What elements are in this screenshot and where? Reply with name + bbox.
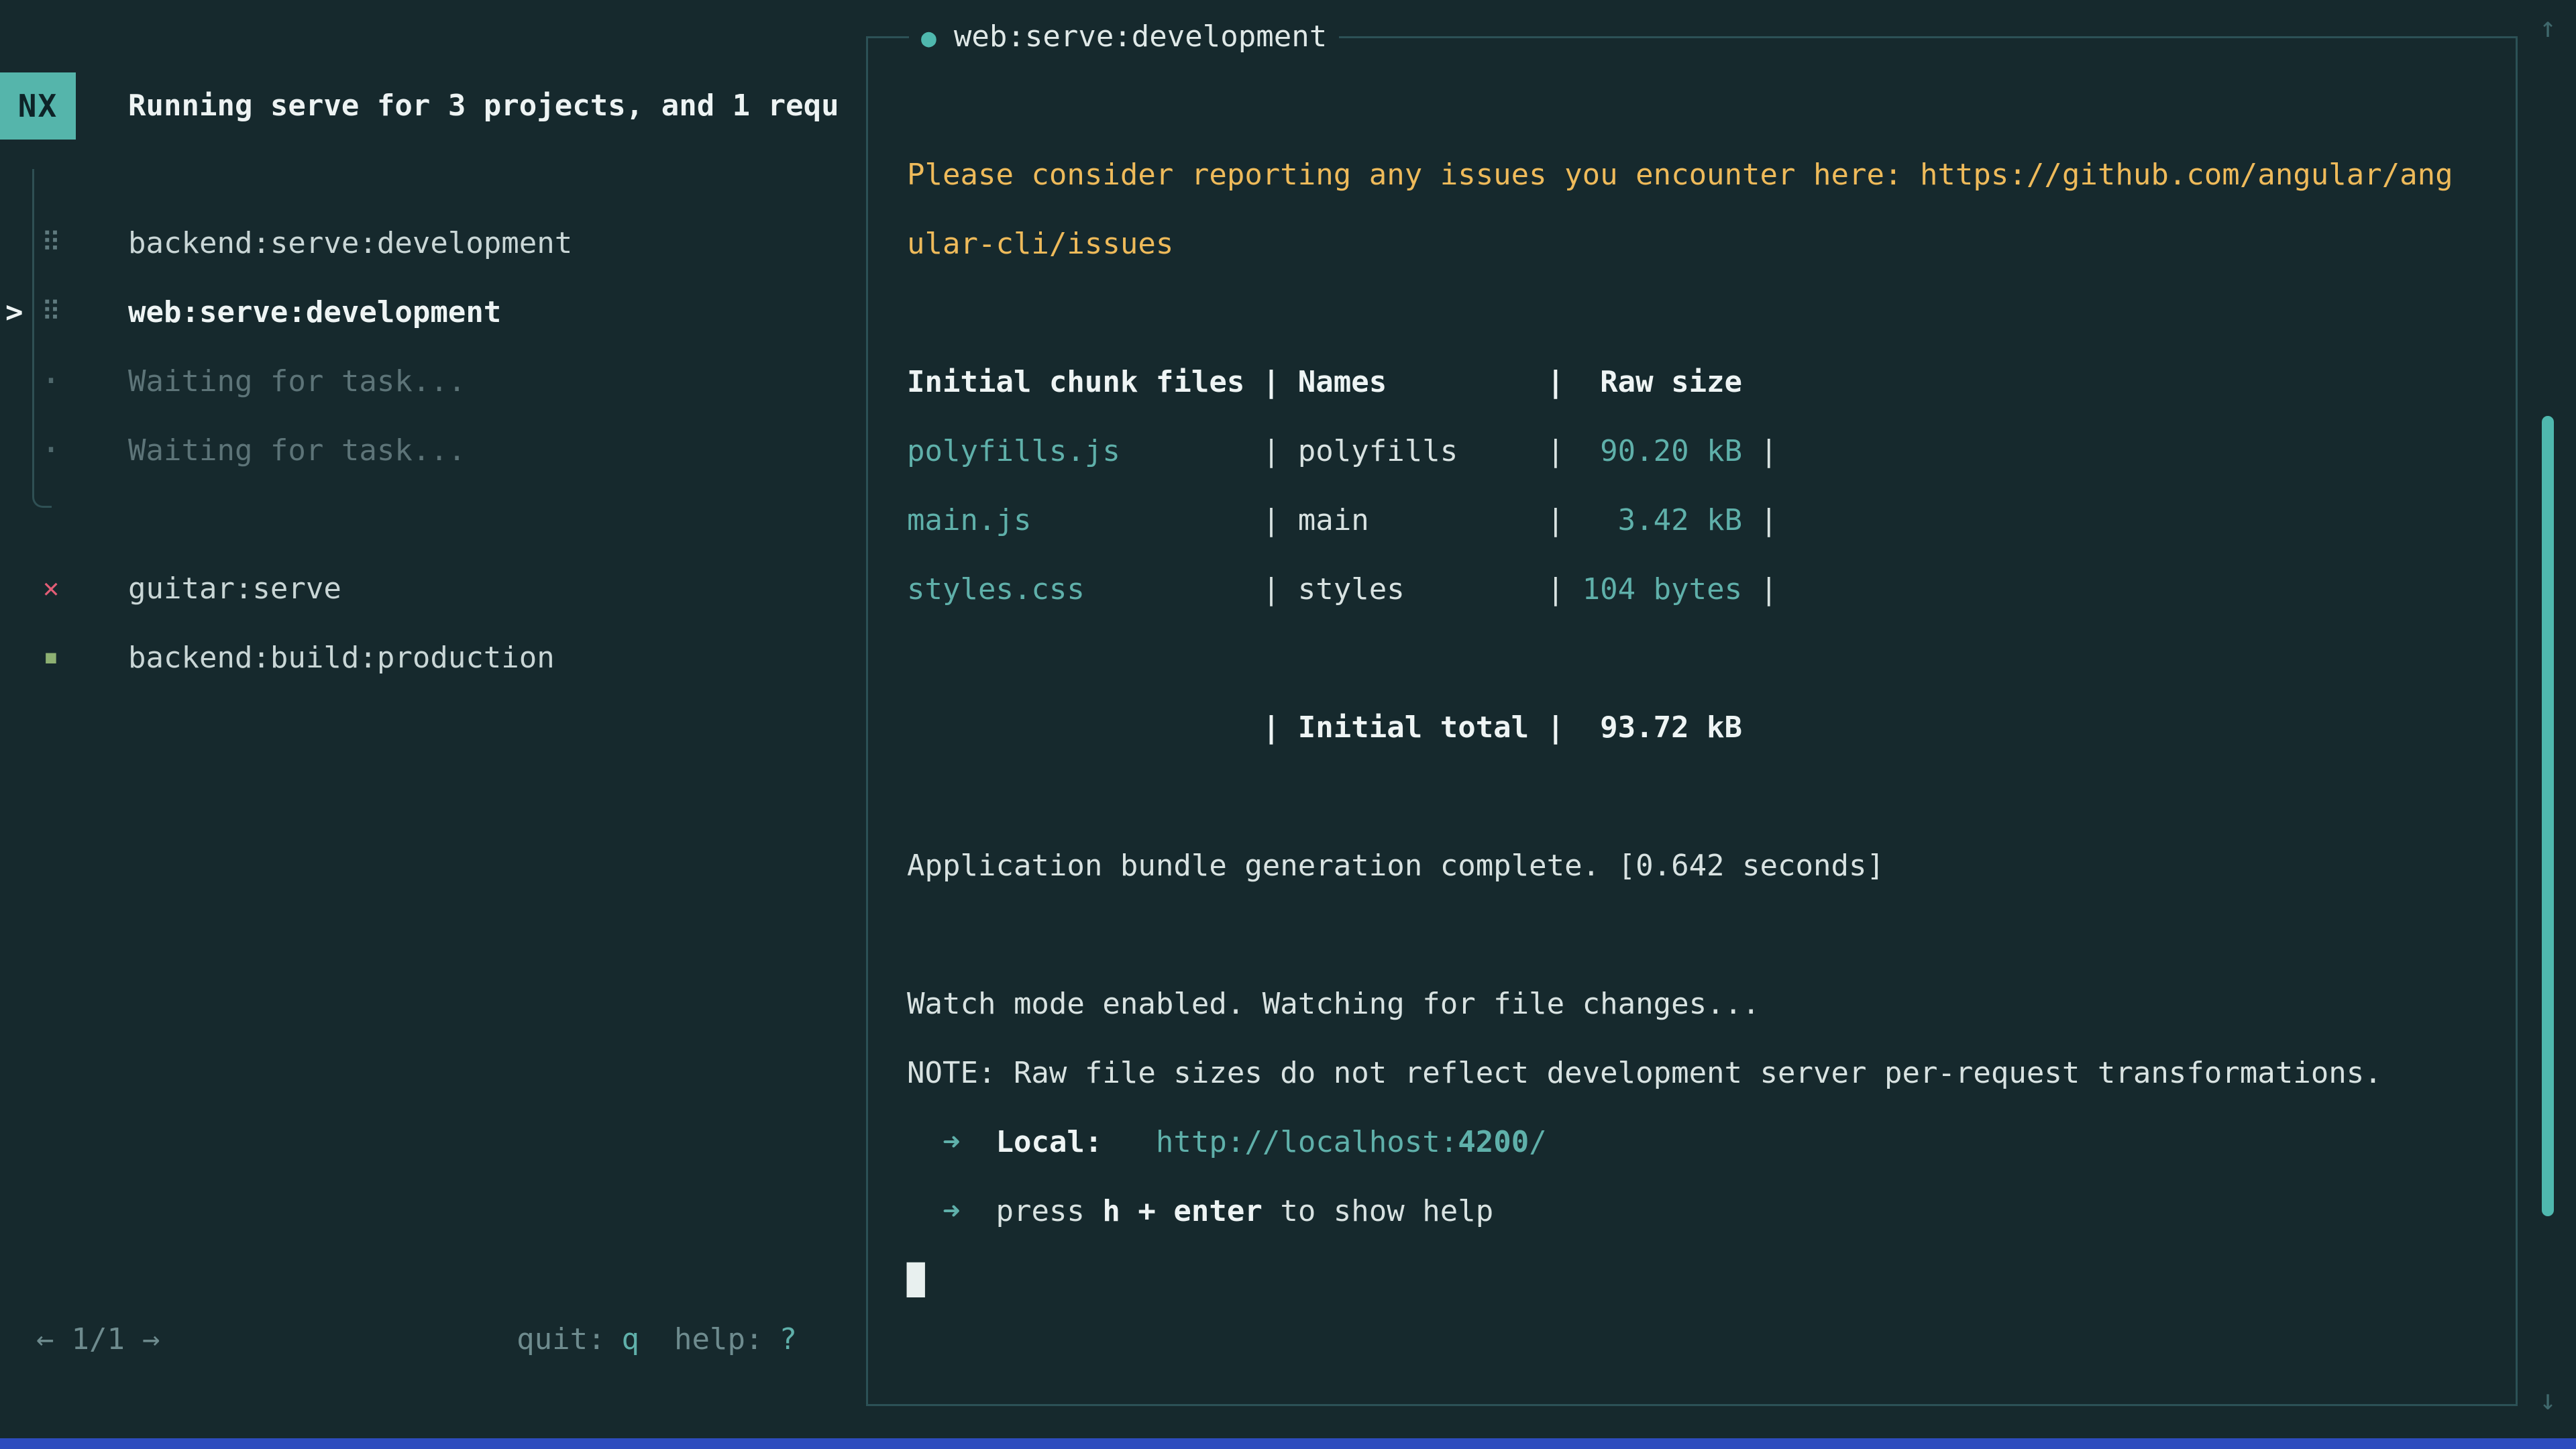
task-label: backend:serve:development (128, 209, 572, 278)
terminal-line (907, 762, 2496, 831)
help-bar: quit: q help:? (0, 1305, 797, 1374)
task-label: backend:build:production (128, 623, 555, 692)
text-segment: styles.css (907, 572, 1085, 606)
dot-icon: · (30, 347, 72, 416)
text-segment: Watch mode enabled. Watching for file ch… (907, 987, 1760, 1021)
task-item[interactable]: ⠿ backend:serve:development (0, 209, 866, 278)
terminal-line: ular-cli/issues (907, 209, 2496, 278)
text-segment: polyfills.js (907, 434, 1120, 468)
sidebar: NX Running serve for 3 projects, and 1 r… (0, 0, 866, 1449)
text-segment: NOTE: Raw file sizes do not reflect deve… (907, 1056, 2382, 1090)
text-segment: Please consider reporting any issues you… (907, 158, 2453, 192)
url-link[interactable]: / (1529, 1125, 1547, 1159)
url-link[interactable]: 4200 (1458, 1125, 1529, 1159)
text-segment (907, 1194, 943, 1228)
task-label: web:serve:development (128, 278, 501, 347)
terminal-line: Application bundle generation complete. … (907, 831, 2496, 900)
terminal-line (907, 278, 2496, 347)
text-segment: | polyfills | (1120, 434, 1600, 468)
text-segment: | main | (1031, 503, 1617, 537)
selected-caret-icon: > (5, 278, 30, 347)
terminal-line: Please consider reporting any issues you… (907, 140, 2496, 209)
text-segment: ➜ (943, 1125, 961, 1159)
text-segment: h + enter (1102, 1194, 1262, 1228)
scrollbar-up-icon[interactable]: ↑ (2526, 11, 2569, 44)
terminal-line: █ (907, 1246, 2496, 1315)
text-segment: main.js (907, 503, 1031, 537)
task-item[interactable]: >⠿ web:serve:development (0, 278, 866, 347)
spinner-icon: ⠿ (30, 278, 72, 347)
task-label: Waiting for task... (128, 347, 466, 416)
text-segment: ular-cli/issues (907, 227, 1173, 261)
terminal-line: styles.css | styles | 104 bytes | (907, 555, 2496, 624)
text-segment: | (1742, 434, 1778, 468)
terminal-line (907, 624, 2496, 693)
nx-logo: NX (0, 72, 76, 140)
url-link[interactable]: http://localhost: (1156, 1125, 1458, 1159)
terminal-line: NOTE: Raw file sizes do not reflect deve… (907, 1038, 2496, 1108)
terminal-line: Watch mode enabled. Watching for file ch… (907, 969, 2496, 1038)
text-segment (960, 1194, 996, 1228)
terminal-line: | Initial total | 93.72 kB (907, 693, 2496, 762)
terminal-line (907, 900, 2496, 969)
scrollbar-down-icon[interactable]: ↓ (2526, 1383, 2569, 1416)
text-segment: 90.20 kB (1600, 434, 1742, 468)
text-segment: 104 bytes (1582, 572, 1742, 606)
text-segment: 3.42 kB (1618, 503, 1742, 537)
terminal-line: ➜ Local: http://localhost:4200/ (907, 1108, 2496, 1177)
bottom-strip (0, 1438, 2576, 1449)
text-segment: Local: (996, 1125, 1102, 1159)
text-segment: | Initial total | 93.72 kB (907, 710, 1742, 745)
app-title: Running serve for 3 projects, and 1 requ (128, 72, 839, 140)
task-item[interactable]: · Waiting for task... (0, 347, 866, 416)
text-segment: | (1742, 503, 1778, 537)
text-segment: █ (907, 1263, 925, 1297)
text-segment: | (1742, 572, 1778, 606)
terminal-panel: ●web:serve:development Please consider r… (866, 36, 2518, 1406)
text-segment: to show help (1263, 1194, 1493, 1228)
task-list: ⠿ backend:serve:development >⠿ web:serve:de… (0, 209, 866, 692)
square-icon: ■ (30, 623, 72, 692)
text-segment: press (996, 1194, 1102, 1228)
quit-key: q (622, 1322, 640, 1356)
text-segment (960, 1125, 996, 1159)
cross-icon: ✕ (30, 554, 72, 623)
dot-icon: · (30, 416, 72, 485)
help-key: ? (780, 1322, 798, 1356)
text-segment: | styles | (1085, 572, 1582, 606)
text-segment: Application bundle generation complete. … (907, 849, 1884, 883)
terminal-line: main.js | main | 3.42 kB | (907, 486, 2496, 555)
task-item[interactable]: · Waiting for task... (0, 416, 866, 485)
text-segment (1102, 1125, 1155, 1159)
terminal-output: Please consider reporting any issues you… (868, 38, 2516, 1404)
spinner-icon: ⠿ (30, 209, 72, 278)
task-spacer (0, 485, 866, 554)
terminal-line: ➜ press h + enter to show help (907, 1177, 2496, 1246)
text-segment (907, 1125, 943, 1159)
task-item[interactable]: ✕ guitar:serve (0, 554, 866, 623)
text-segment: ➜ (943, 1194, 961, 1228)
help-label: help: (674, 1322, 763, 1356)
nx-tui-screen: NX Running serve for 3 projects, and 1 r… (0, 0, 2576, 1449)
text-segment: Initial chunk files | Names | Raw size (907, 365, 1742, 399)
terminal-line: polyfills.js | polyfills | 90.20 kB | (907, 417, 2496, 486)
quit-label: quit: (517, 1322, 605, 1356)
terminal-line: Initial chunk files | Names | Raw size (907, 347, 2496, 417)
task-label: Waiting for task... (128, 416, 466, 485)
task-item[interactable]: ■ backend:build:production (0, 623, 866, 692)
task-label: guitar:serve (128, 554, 341, 623)
scrollbar-thumb[interactable] (2542, 416, 2554, 1216)
